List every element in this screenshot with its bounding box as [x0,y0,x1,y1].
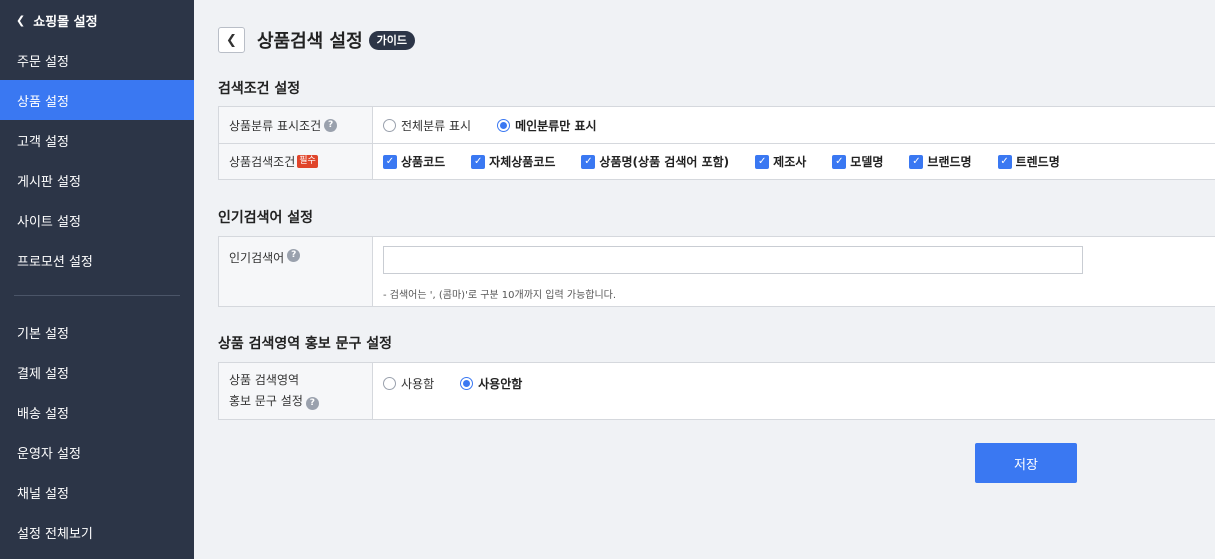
section-title-promo-text: 상품 검색영역 홍보 문구 설정 [218,336,393,352]
category-display-label: 상품분류 표시조건 [229,118,322,133]
promo-label-line1: 상품 검색영역 [229,373,300,387]
chevron-left-icon: ❮ [16,13,26,27]
checkbox-label: 트렌드명 [1015,155,1060,169]
checkbox-label: 브랜드명 [927,155,972,169]
check-icon: ✓ [581,154,596,169]
help-note: - 검색어는 ', (콤마)'로 구분 10개까지 입력 가능합니다. [383,290,617,301]
popular-keywords-input[interactable] [383,246,1083,274]
chevron-left-icon: ❮ [226,32,237,48]
radio-label: 사용함 [401,377,435,391]
sidebar-item-basic[interactable]: 기본 설정 [0,312,194,352]
sidebar-item-order[interactable]: 주문 설정 [0,40,194,80]
checkbox-product-code[interactable]: ✓ 상품코드 [383,153,445,170]
checkbox-product-name[interactable]: ✓ 상품명(상품 검색어 포함) [581,153,729,170]
row-label: 상품검색조건 필수 [219,144,373,179]
radio-not-use[interactable]: 사용안함 [460,375,522,392]
page-title: 상품검색 설정 [257,31,363,52]
sidebar-item-all-settings[interactable]: 설정 전체보기 [0,512,194,552]
help-icon[interactable]: ? [287,249,301,262]
save-button[interactable]: 저장 [975,443,1077,483]
radio-all-categories[interactable]: 전체분류 표시 [383,117,471,134]
check-icon: ✓ [832,154,847,169]
row-value: ✓ 상품코드 ✓ 자체상품코드 ✓ 상품명(상품 검색어 포함) ✓ 제조사 ✓ [373,144,1215,179]
table-row: 상품검색조건 필수 ✓ 상품코드 ✓ 자체상품코드 ✓ 상품명(상품 검색어 포… [219,144,1215,180]
sidebar-item-channel[interactable]: 채널 설정 [0,472,194,512]
popular-keywords-label: 인기검색어 [229,251,285,265]
back-button[interactable]: ❮ [218,27,245,53]
radio-circle [460,377,474,390]
check-icon: ✓ [755,154,770,169]
popular-keywords-table: 인기검색어 ? - 검색어는 ', (콤마)'로 구분 10개까지 입력 가능합… [218,236,1215,307]
row-label: 인기검색어 ? [219,237,373,306]
radio-use[interactable]: 사용함 [383,375,434,392]
search-conditions-table: 상품분류 표시조건 ? 전체분류 표시 메인분류만 표시 상품검색조건 필수 ✓… [218,106,1215,180]
sidebar-divider [14,295,180,296]
radio-circle [497,118,511,132]
sidebar-back-label: 쇼핑몰 설정 [33,14,98,30]
guide-badge[interactable]: 가이드 [368,30,416,50]
page-header: ❮ 상품검색 설정 가이드 [218,27,416,53]
radio-circle [383,377,396,390]
section-title-search-conditions: 검색조건 설정 [218,81,301,97]
row-value: - 검색어는 ', (콤마)'로 구분 10개까지 입력 가능합니다. [373,237,1215,306]
required-badge: 필수 [297,155,318,168]
checkbox-label: 자체상품코드 [489,155,556,169]
sidebar-item-operator[interactable]: 운영자 설정 [0,432,194,472]
sidebar-item-promotion[interactable]: 프로모션 설정 [0,240,194,280]
checkbox-own-product-code[interactable]: ✓ 자체상품코드 [471,153,555,170]
sidebar-item-payment[interactable]: 결제 설정 [0,352,194,392]
promo-label-line2: 홍보 문구 설정 [229,394,303,408]
check-icon: ✓ [383,154,397,169]
checkbox-label: 상품명(상품 검색어 포함) [599,155,730,169]
table-row: 인기검색어 ? - 검색어는 ', (콤마)'로 구분 10개까지 입력 가능합… [219,237,1215,307]
radio-label: 메인분류만 표시 [515,118,597,133]
sidebar-item-site[interactable]: 사이트 설정 [0,200,194,240]
check-icon: ✓ [471,154,486,169]
check-icon: ✓ [997,154,1012,169]
help-icon[interactable]: ? [305,397,319,410]
sidebar-item-product[interactable]: 상품 설정 [0,80,194,120]
promo-text-table: 상품 검색영역 홍보 문구 설정? 사용함 사용안함 [218,362,1215,420]
check-icon: ✓ [909,154,924,169]
sidebar-item-delivery[interactable]: 배송 설정 [0,392,194,432]
radio-label: 전체분류 표시 [401,118,472,133]
row-label: 상품분류 표시조건 ? [219,107,373,143]
checkbox-label: 모델명 [850,155,884,169]
search-conditions-label: 상품검색조건 [229,155,296,169]
checkbox-brand-name[interactable]: ✓ 브랜드명 [909,153,972,170]
sidebar: ❮ 쇼핑몰 설정 주문 설정 상품 설정 고객 설정 게시판 설정 사이트 설정… [0,0,194,559]
row-value: 사용함 사용안함 [373,363,1215,419]
sidebar-item-board[interactable]: 게시판 설정 [0,160,194,200]
table-row: 상품분류 표시조건 ? 전체분류 표시 메인분류만 표시 [219,107,1215,144]
promo-label-line2-wrap: 홍보 문구 설정? [229,391,319,412]
row-value: 전체분류 표시 메인분류만 표시 [373,107,1215,143]
sidebar-item-customer[interactable]: 고객 설정 [0,120,194,160]
checkbox-model-name[interactable]: ✓ 모델명 [832,153,883,170]
checkbox-label: 제조사 [773,155,807,169]
table-row: 상품 검색영역 홍보 문구 설정? 사용함 사용안함 [219,363,1215,420]
main-content: ❮ 상품검색 설정 가이드 검색조건 설정 상품분류 표시조건 ? 전체분류 표… [194,0,1215,559]
radio-main-category-only[interactable]: 메인분류만 표시 [497,117,597,134]
checkbox-manufacturer[interactable]: ✓ 제조사 [755,153,806,170]
row-label: 상품 검색영역 홍보 문구 설정? [219,363,373,419]
checkbox-label: 상품코드 [401,155,446,169]
radio-circle [383,118,396,132]
help-icon[interactable]: ? [324,118,338,132]
sidebar-back-link[interactable]: ❮ 쇼핑몰 설정 [0,0,194,40]
radio-label: 사용안함 [478,377,523,391]
checkbox-trend-name[interactable]: ✓ 트렌드명 [997,153,1060,170]
section-title-popular-keywords: 인기검색어 설정 [218,210,314,226]
